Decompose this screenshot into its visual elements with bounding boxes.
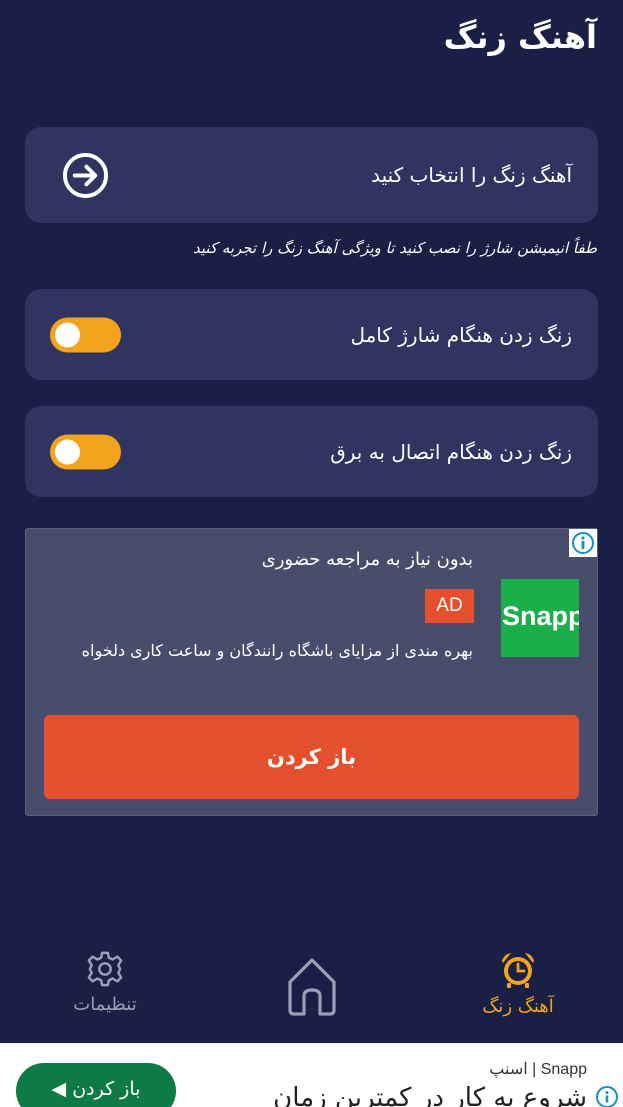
tab-ringtone-label: آهنگ زنگ bbox=[482, 996, 554, 1017]
bottom-ad-banner[interactable]: باز کردن ◀ Snapp | اسنپ شروع به کار در ک… bbox=[0, 1043, 623, 1107]
ad-info-icon[interactable] bbox=[569, 529, 597, 557]
ad-card: بدون نیاز به مراجعه حضوری AD Snapp بهره … bbox=[25, 528, 598, 816]
toggle-knob bbox=[55, 439, 80, 464]
ringtone-hint-text: طفاً انیمیشن شارژ را نصب کنید تا ویژگی آ… bbox=[193, 239, 597, 257]
ad-headline: بدون نیاز به مراجعه حضوری bbox=[261, 549, 473, 570]
ringtone-select-row[interactable]: آهنگ زنگ را انتخاب کنید bbox=[25, 127, 598, 223]
full-charge-toggle[interactable] bbox=[50, 317, 121, 352]
banner-headline: شروع به کار در کمترین زمان bbox=[273, 1083, 587, 1107]
snapp-logo-text: Snapp bbox=[502, 601, 579, 631]
tab-settings[interactable]: تنظیمات bbox=[60, 950, 150, 1015]
arrow-right-circle-icon[interactable] bbox=[62, 152, 109, 199]
tab-home[interactable] bbox=[277, 954, 347, 1018]
play-left-icon: ◀ bbox=[51, 1078, 67, 1100]
banner-open-label: باز کردن bbox=[72, 1078, 141, 1100]
toggle-knob bbox=[55, 322, 80, 347]
ad-badge: AD bbox=[425, 589, 474, 623]
snapp-logo[interactable]: Snapp bbox=[501, 579, 579, 657]
toggle-label-full-charge: زنگ زدن هنگام شارژ کامل bbox=[350, 322, 572, 347]
ad-open-button[interactable]: باز کردن bbox=[44, 715, 579, 799]
alarm-clock-icon bbox=[502, 953, 534, 988]
ringtone-select-label: آهنگ زنگ را انتخاب کنید bbox=[371, 163, 572, 187]
ad-body-text: بهره مندی از مزایای باشگاه رانندگان و سا… bbox=[81, 641, 473, 660]
tab-settings-label: تنظیمات bbox=[73, 994, 137, 1015]
toggle-row-full-charge: زنگ زدن هنگام شارژ کامل bbox=[25, 289, 598, 380]
home-icon bbox=[288, 958, 336, 1016]
banner-source: Snapp | اسنپ bbox=[489, 1061, 587, 1078]
toggle-row-power-connect: زنگ زدن هنگام اتصال به برق bbox=[25, 406, 598, 497]
tab-ringtone[interactable]: آهنگ زنگ bbox=[468, 950, 568, 1017]
power-connect-toggle[interactable] bbox=[50, 434, 121, 469]
page-title: آهنگ زنگ bbox=[443, 18, 597, 56]
banner-info-icon[interactable] bbox=[595, 1085, 619, 1107]
gear-icon bbox=[87, 951, 123, 987]
toggle-label-power-connect: زنگ زدن هنگام اتصال به برق bbox=[330, 439, 572, 464]
banner-open-button[interactable]: باز کردن ◀ bbox=[16, 1063, 176, 1107]
